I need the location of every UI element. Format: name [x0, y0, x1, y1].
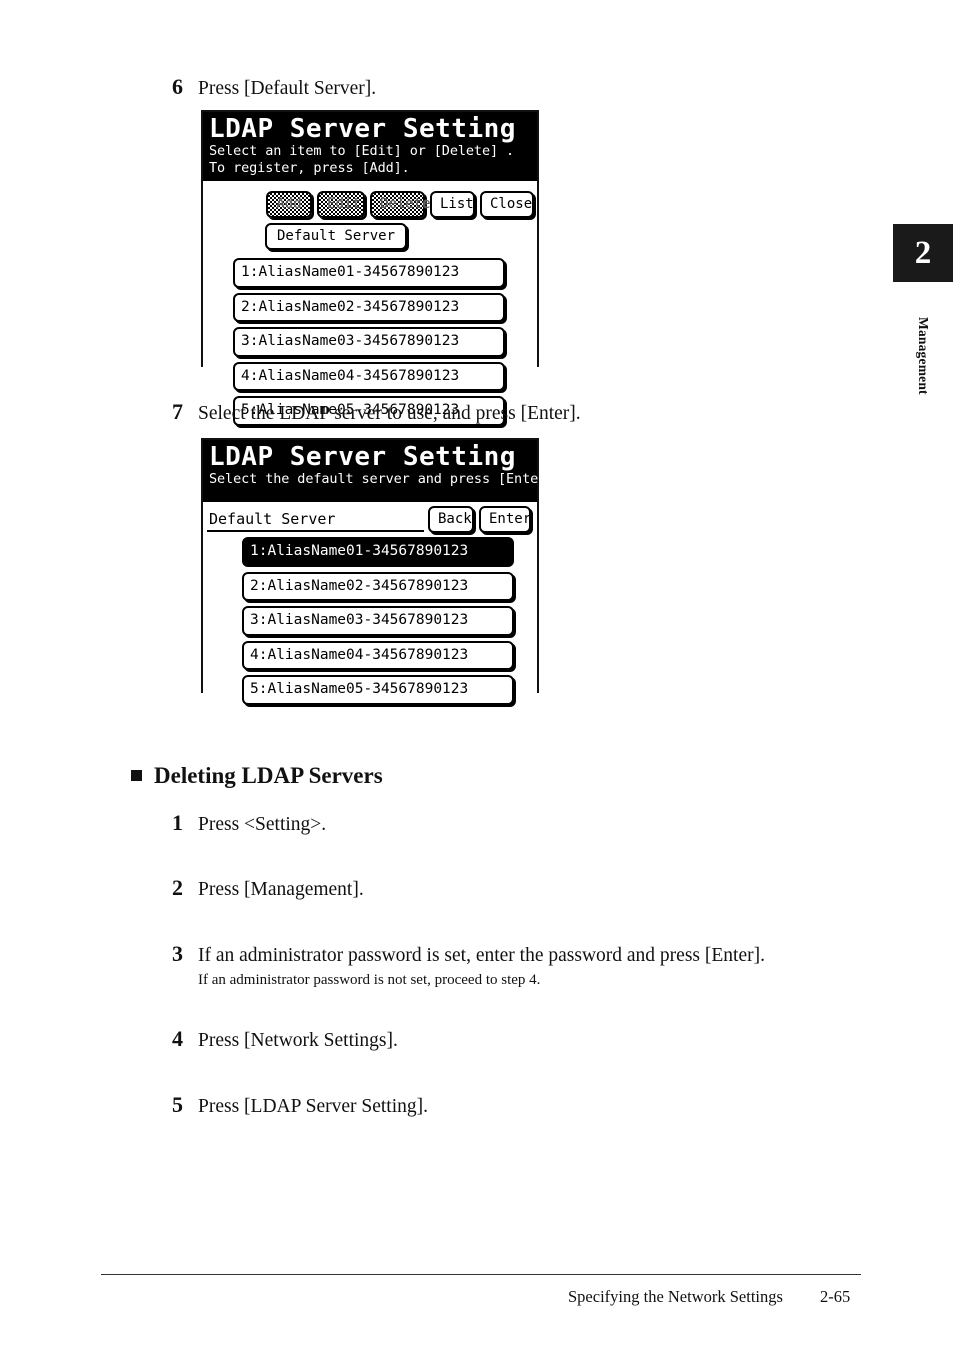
step-number: 2 — [172, 875, 183, 900]
list-item[interactable]: 2:AliasName02-34567890123 — [242, 571, 514, 601]
lcd-title: LDAP Server Setting — [209, 442, 516, 472]
step-text: Press <Setting>. — [198, 814, 327, 835]
default-server-row: Default Server — [265, 223, 408, 250]
step-number: 1 — [172, 810, 183, 835]
step-4: 4 Press [Network Settings]. — [172, 1028, 398, 1053]
footer-divider — [101, 1274, 861, 1275]
step-text: Press [Management]. — [198, 879, 364, 900]
section-heading-text: Deleting LDAP Servers — [154, 763, 383, 788]
default-server-field-label: Default Server — [209, 510, 336, 528]
enter-button[interactable]: Enter — [479, 506, 531, 533]
chapter-tab-number: 2 — [893, 224, 953, 282]
lcd-toolbar: Add Edit Delete List Close — [266, 191, 534, 218]
default-server-list: 1:AliasName01-34567890123 2:AliasName02-… — [242, 537, 514, 705]
footer-page-number: 2-65 — [820, 1287, 851, 1306]
list-item[interactable]: 1:AliasName01-34567890123 — [233, 258, 505, 288]
step-text: Press [LDAP Server Setting]. — [198, 1096, 429, 1117]
step-text: Select the LDAP server to use, and press… — [198, 403, 581, 424]
lcd-subtitle-line-1: Select an item to [Edit] or [Delete] . — [209, 143, 515, 160]
step-number: 3 — [172, 941, 183, 966]
footer-section-title: Specifying the Network Settings — [568, 1287, 783, 1306]
close-button[interactable]: Close — [480, 191, 534, 218]
list-item[interactable]: 4:AliasName04-34567890123 — [233, 361, 505, 391]
lcd-title: LDAP Server Setting — [209, 114, 516, 144]
lcd-body: Add Edit Delete List Close Default Serve… — [203, 181, 537, 426]
lcd-subtitle-line-2: To register, press [Add]. — [209, 159, 410, 176]
default-server-field-underline — [207, 530, 424, 532]
step-text: Press [Default Server]. — [198, 78, 377, 99]
lcd-panel-ldap-server-setting-list: LDAP Server Setting Select an item to [E… — [201, 110, 539, 426]
step-number: 7 — [172, 399, 183, 424]
lcd-header: LDAP Server Setting Select an item to [E… — [203, 112, 537, 181]
step-5: 5 Press [LDAP Server Setting]. — [172, 1094, 428, 1119]
step-3: 3 If an administrator password is set, e… — [172, 943, 765, 968]
default-server-button[interactable]: Default Server — [265, 223, 408, 250]
delete-button[interactable]: Delete — [370, 191, 431, 218]
list-item[interactable]: 1:AliasName01-34567890123 — [242, 537, 514, 567]
list-item[interactable]: 2:AliasName02-34567890123 — [233, 292, 505, 322]
step-6: 6 Press [Default Server]. — [172, 76, 376, 101]
chapter-number: 2 — [914, 234, 932, 271]
chapter-tab-label: Management — [916, 316, 931, 395]
edit-button[interactable]: Edit — [317, 191, 365, 218]
step-3-note: If an administrator password is not set,… — [198, 972, 541, 988]
step-1: 1 Press <Setting>. — [172, 812, 326, 837]
add-button[interactable]: Add — [266, 191, 312, 218]
lcd-toolbar: Back Enter — [428, 506, 531, 533]
lcd-header: LDAP Server Setting Select the default s… — [203, 440, 563, 502]
list-item[interactable]: 3:AliasName03-34567890123 — [233, 327, 505, 357]
list-item[interactable]: 5:AliasName05-34567890123 — [242, 675, 514, 705]
step-2: 2 Press [Management]. — [172, 877, 364, 902]
step-text: Press [Network Settings]. — [198, 1030, 398, 1051]
lcd-panel-default-server-select: LDAP Server Setting Select the default s… — [201, 438, 563, 705]
list-button[interactable]: List — [430, 191, 475, 218]
section-heading: Deleting LDAP Servers — [131, 764, 383, 787]
back-button[interactable]: Back — [428, 506, 474, 533]
square-bullet-icon — [131, 770, 142, 781]
step-number: 4 — [172, 1026, 183, 1051]
step-7: 7 Select the LDAP server to use, and pre… — [172, 401, 581, 426]
step-number: 6 — [172, 74, 183, 99]
step-text: If an administrator password is set, ent… — [198, 945, 765, 966]
lcd-subtitle-line-1: Select the default server and press [Ent… — [209, 471, 563, 488]
lcd-body: Default Server Back Enter 1:AliasName01-… — [203, 502, 537, 705]
list-item[interactable]: 4:AliasName04-34567890123 — [242, 640, 514, 670]
list-item[interactable]: 3:AliasName03-34567890123 — [242, 606, 514, 636]
step-number: 5 — [172, 1092, 183, 1117]
